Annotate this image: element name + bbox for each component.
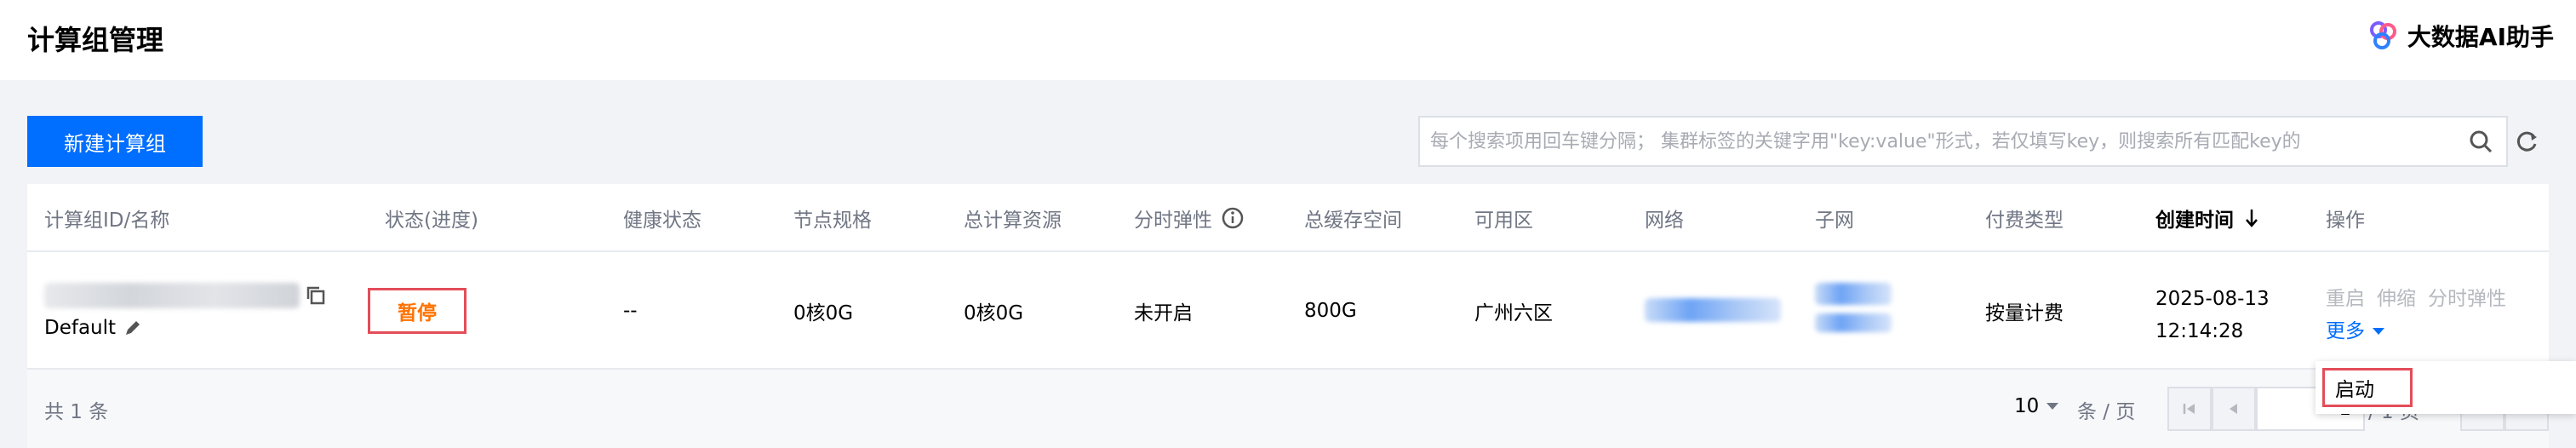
status-badge: 暂停 [368,288,467,334]
search-input[interactable] [1420,118,2455,165]
created-date: 2025-08-13 [2155,288,2270,310]
page-size-select[interactable]: 10 [2014,395,2059,417]
compute-group-table: 计算组ID/名称 状态(进度) 健康状态 节点规格 总计算资源 分时弹性 总缓存… [27,184,2549,448]
caret-down-icon [2046,403,2059,410]
time-elastic-cell: 未开启 [1134,302,1193,325]
compute-group-id-cell: Default [44,283,327,339]
col-total-compute: 总计算资源 [964,210,1062,232]
page-size-value: 10 [2014,395,2040,417]
col-zone: 可用区 [1474,210,1533,232]
actions-cell: 重启 伸缩 分时弹性 更多 [2326,283,2506,347]
prev-page-button[interactable] [2212,387,2256,431]
col-time-elastic: 分时弹性 [1134,184,1245,252]
ai-assistant-label: 大数据AI助手 [2407,23,2554,51]
col-actions: 操作 [2326,210,2365,232]
total-count: 共 1 条 [44,401,109,423]
ai-assistant-button[interactable]: 大数据AI助手 [2367,19,2554,53]
compute-group-id-masked [44,283,300,308]
copy-icon[interactable] [305,284,327,307]
edit-icon[interactable] [123,318,143,338]
cache-space-cell: 800G [1304,300,1357,322]
more-dropdown-menu: 启动 [2316,361,2576,414]
sort-down-icon[interactable] [2244,208,2259,228]
table-header: 计算组ID/名称 状态(进度) 健康状态 节点规格 总计算资源 分时弹性 总缓存… [27,184,2549,252]
col-created-time[interactable]: 创建时间 [2155,184,2259,252]
info-icon[interactable] [1221,206,1245,230]
caret-down-icon [2373,328,2384,335]
table-footer: 共 1 条 10 条 / 页 / 1 页 [27,370,2549,448]
more-dropdown-trigger[interactable]: 更多 [2326,315,2506,347]
total-compute-cell: 0核0G [964,302,1024,325]
ai-assistant-icon [2369,21,2396,49]
payment-type-cell: 按量计费 [1985,302,2064,325]
refresh-icon[interactable] [2510,124,2544,158]
created-time-cell: 2025-08-13 12:14:28 [2155,283,2270,347]
search-icon[interactable] [2455,129,2506,153]
prev-page-icon [2230,404,2237,414]
node-spec-cell: 0核0G [793,302,854,325]
search-box [1418,116,2508,167]
page-header: 计算组管理 大数据AI助手 [0,0,2576,80]
subnet-link-masked[interactable] [1815,283,1892,332]
health-cell: -- [623,300,638,322]
col-id-name: 计算组ID/名称 [44,210,170,232]
col-network: 网络 [1645,210,1684,232]
first-page-icon [2183,404,2195,414]
more-label: 更多 [2326,320,2365,342]
zone-cell: 广州六区 [1474,302,1553,325]
col-payment-type: 付费类型 [1985,210,2064,232]
page-title: 计算组管理 [27,24,164,56]
col-status: 状态(进度) [385,210,478,232]
network-link-masked[interactable] [1645,298,1781,322]
start-menu-item[interactable]: 启动 [2322,368,2413,407]
col-health: 健康状态 [623,210,701,232]
compute-group-name: Default [44,317,117,339]
col-subnet: 子网 [1815,210,1854,232]
first-page-button[interactable] [2167,387,2212,431]
time-elastic-button[interactable]: 分时弹性 [2428,283,2506,315]
table-row: Default 暂停 -- 0核0G 0核0G 未开启 800G 广州六区 按量… [27,252,2549,370]
col-cache-space: 总缓存空间 [1304,210,1402,232]
col-time-elastic-label: 分时弹性 [1134,210,1212,232]
per-page-label: 条 / 页 [2077,401,2136,423]
col-node-spec: 节点规格 [793,210,872,232]
col-created-time-label: 创建时间 [2155,210,2234,232]
restart-button[interactable]: 重启 [2326,283,2365,315]
scale-button[interactable]: 伸缩 [2377,283,2416,315]
created-clock: 12:14:28 [2155,320,2244,342]
new-compute-group-button[interactable]: 新建计算组 [27,116,203,167]
